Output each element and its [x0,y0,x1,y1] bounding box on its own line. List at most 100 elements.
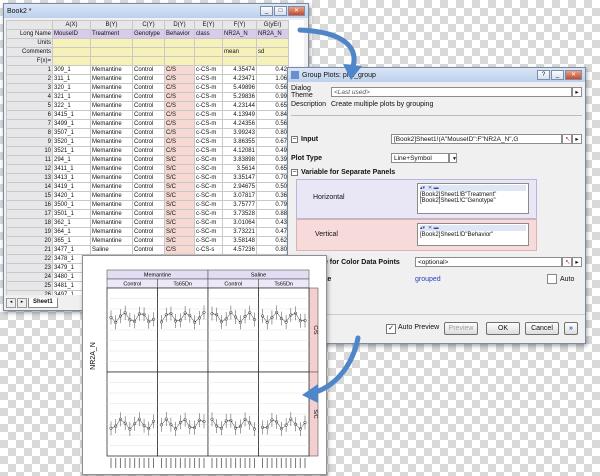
table-cell[interactable]: 3.75777 [222,200,257,210]
table-cell[interactable]: c-CS-m [194,101,223,111]
plot-type-dropdown-icon[interactable]: ▼ [449,153,457,163]
table-cell[interactable]: Memantine [90,137,133,147]
table-cell[interactable]: 3.99243 [222,128,257,138]
formula-cell[interactable] [132,56,165,66]
units-cell[interactable] [164,38,195,48]
units-cell[interactable] [222,38,257,48]
table-cell[interactable]: Memantine [90,155,133,165]
color-range-selector-icon[interactable]: ↖ [562,257,572,267]
column-header[interactable]: G(yEr) [256,20,289,30]
table-cell[interactable]: Control [132,119,165,129]
long-name-cell[interactable]: MouseID [52,29,91,39]
table-cell[interactable]: Memantine [90,164,133,174]
table-cell[interactable]: 3.86355 [222,137,257,147]
column-header[interactable]: F(Y) [222,20,257,30]
table-cell[interactable]: c-SC-m [194,155,223,165]
table-cell[interactable]: C/S [164,65,195,75]
table-cell[interactable]: c-CS-m [194,119,223,129]
table-cell[interactable]: 5.49896 [222,83,257,93]
template-value[interactable]: grouped [415,276,547,283]
table-cell[interactable]: Control [132,182,165,192]
table-cell[interactable]: Memantine [90,83,133,93]
table-cell[interactable]: c-CS-s [194,245,223,255]
table-cell[interactable]: 3499_1 [52,119,91,129]
table-cell[interactable]: 364_1 [52,227,91,237]
table-cell[interactable]: Control [132,245,165,255]
horizontal-list[interactable]: ▴▾ ✕ ▬ [Book2]Sheet1!B"Treatment" [Book2… [417,183,529,214]
table-cell[interactable]: S/C [164,227,195,237]
table-cell[interactable]: c-SC-m [194,218,223,228]
table-cell[interactable]: 0.50 [256,182,289,192]
sheet-tab[interactable]: Sheet1 [28,298,58,308]
table-cell[interactable]: c-SC-m [194,209,223,219]
table-cell[interactable]: Control [132,146,165,156]
long-name-cell[interactable]: NR2A_N [222,29,257,39]
table-cell[interactable]: 1.06 [256,74,289,84]
units-cell[interactable] [194,38,223,48]
table-cell[interactable]: S/C [164,209,195,219]
table-cell[interactable]: 0.84 [256,110,289,120]
cancel-button[interactable]: Cancel [525,322,559,335]
table-cell[interactable]: 0.42 [256,65,289,75]
table-cell[interactable]: 4.13949 [222,110,257,120]
list-add-icon[interactable]: ▴▾ [420,225,425,231]
table-cell[interactable]: 3.73221 [222,227,257,237]
table-cell[interactable]: Control [132,92,165,102]
column-header[interactable]: B(Y) [90,20,133,30]
table-cell[interactable]: c-CS-m [194,83,223,93]
list-remove-icon[interactable]: ✕ ▬ [428,225,439,231]
table-cell[interactable]: 3507_1 [52,128,91,138]
table-cell[interactable]: 3477_1 [52,245,91,255]
panels-expand-icon[interactable]: − [291,169,298,176]
table-cell[interactable]: Control [132,101,165,111]
column-header[interactable]: A(X) [52,20,91,30]
maximize-button[interactable]: □ [274,6,287,16]
table-cell[interactable]: 3.5614 [222,164,257,174]
table-cell[interactable]: 311_1 [52,74,91,84]
table-cell[interactable]: 0.56 [256,83,289,93]
table-cell[interactable]: c-SC-m [194,227,223,237]
table-cell[interactable]: Control [132,209,165,219]
table-cell[interactable]: C/S [164,128,195,138]
table-cell[interactable]: 321_1 [52,92,91,102]
table-cell[interactable]: Saline [90,245,133,255]
formula-cell[interactable] [256,56,289,66]
table-cell[interactable]: 3520_1 [52,137,91,147]
table-cell[interactable]: 0.80 [256,245,289,255]
table-cell[interactable]: 0.70 [256,173,289,183]
color-menu-icon[interactable]: ▸ [572,257,582,267]
table-cell[interactable]: Control [132,164,165,174]
table-cell[interactable]: Memantine [90,110,133,120]
table-cell[interactable]: c-SC-m [194,164,223,174]
formula-cell[interactable] [52,56,91,66]
table-cell[interactable]: c-CS-m [194,137,223,147]
formula-cell[interactable] [90,56,133,66]
table-cell[interactable]: S/C [164,164,195,174]
minimize-button[interactable]: _ [260,6,273,16]
table-cell[interactable]: Control [132,74,165,84]
table-cell[interactable]: Control [132,200,165,210]
table-cell[interactable]: 0.43 [256,218,289,228]
table-cell[interactable]: Control [132,218,165,228]
table-cell[interactable]: 0.49 [256,146,289,156]
column-header[interactable]: D(Y) [164,20,195,30]
table-cell[interactable]: 3.07817 [222,191,257,201]
comments-cell[interactable]: sd [256,47,289,57]
table-cell[interactable]: 4.35474 [222,65,257,75]
table-cell[interactable]: 3501_1 [52,209,91,219]
long-name-cell[interactable]: Genotype [132,29,165,39]
table-cell[interactable]: 3419_1 [52,182,91,192]
table-cell[interactable]: 309_1 [52,65,91,75]
long-name-cell[interactable]: Treatment [90,29,133,39]
table-cell[interactable]: Control [132,191,165,201]
table-cell[interactable]: c-CS-m [194,65,223,75]
comments-cell[interactable] [164,47,195,57]
worksheet-grid[interactable]: A(X) B(Y) C(Y) D(Y) E(Y) F(Y) G(yEr) Lon… [6,20,304,295]
table-cell[interactable]: 4.23471 [222,74,257,84]
table-cell[interactable]: 365_1 [52,236,91,246]
units-cell[interactable] [90,38,133,48]
table-cell[interactable]: 4.24356 [222,119,257,129]
table-cell[interactable]: 362_1 [52,218,91,228]
table-cell[interactable]: S/C [164,218,195,228]
table-cell[interactable]: Memantine [90,200,133,210]
